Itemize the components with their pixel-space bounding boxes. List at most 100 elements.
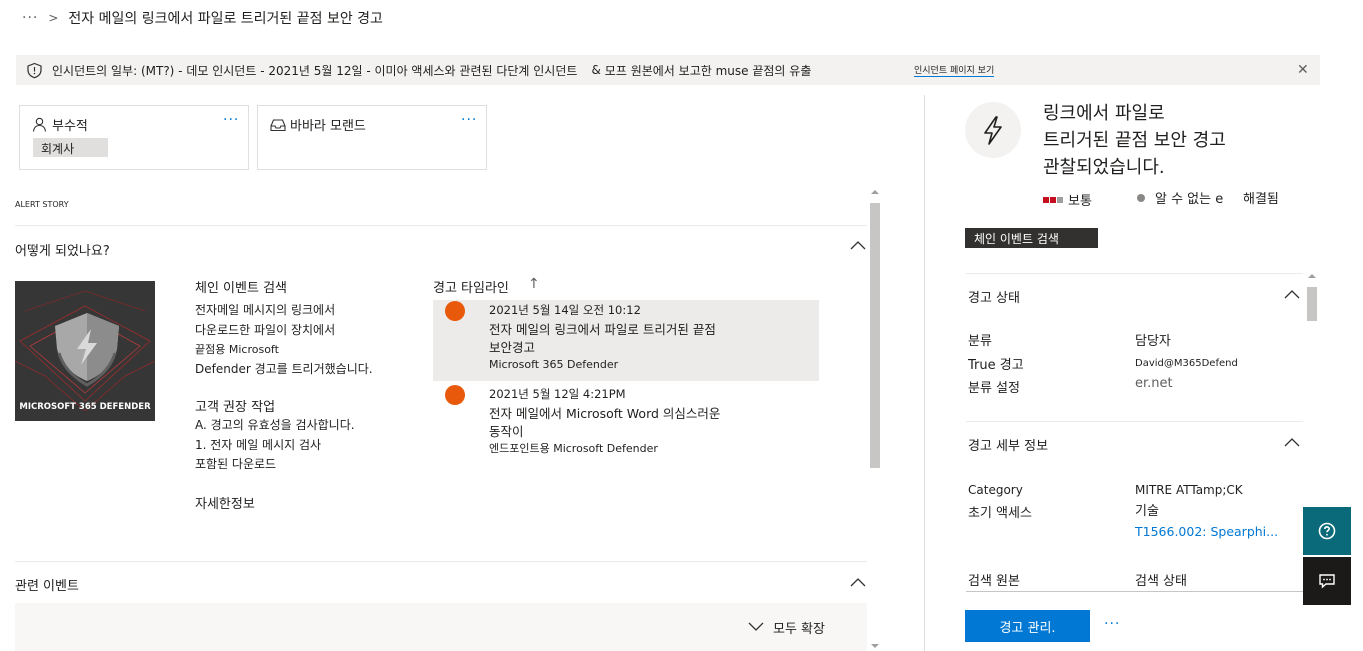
manage-alert-button[interactable]: 경고 관리. xyxy=(965,610,1090,642)
detection-source-label: 검색 원본 xyxy=(968,574,1020,589)
status-label: 알 수 없는 e xyxy=(1155,192,1224,207)
alert-title: 링크에서 파일로 트리거된 끝점 보안 경고 관찰되었습니다. xyxy=(1043,100,1226,181)
ampersand-icon: & xyxy=(591,63,601,77)
entity-card-user[interactable]: 부수적 ··· 회계사 xyxy=(19,105,249,170)
timeline-dot xyxy=(445,301,465,321)
recommended-actions-title: 고객 권장 작업 xyxy=(195,400,276,415)
page-title: 전자 메일의 링크에서 파일로 트리거된 끝점 보안 경고 xyxy=(68,11,383,27)
more-info-link[interactable]: 자세한정보 xyxy=(195,493,255,512)
timeline-date: 2021년 5월 12일 4:21PM xyxy=(489,387,626,401)
mitre-label: MITRE ATTamp;CK xyxy=(1135,483,1243,497)
detection-title: 체인 이벤트 검색 xyxy=(195,281,287,296)
category-value: 초기 액세스 xyxy=(968,506,1032,521)
assigned-to-value-cont: er.net xyxy=(1135,376,1173,391)
help-icon xyxy=(1318,522,1336,540)
alert-story-label: ALERT STORY xyxy=(15,200,69,209)
timeline-title-line: 보안경고 xyxy=(489,340,536,355)
detection-description: 전자메일 메시지의 링크에서 다운로드한 파일이 장치에서 끝점용 Micros… xyxy=(195,301,410,379)
timeline-item-selected[interactable]: 2021년 5월 14일 오전 10:12 전자 메일의 링크에서 파일로 트리… xyxy=(433,300,819,381)
breadcrumb-more-button[interactable]: ··· xyxy=(22,10,38,26)
alert-state-title: 경고 상태 xyxy=(968,291,1020,306)
timeline-dot xyxy=(445,385,465,405)
mailbox-icon xyxy=(270,118,286,132)
category-label: Category xyxy=(968,483,1023,497)
breadcrumb-separator-icon: > xyxy=(48,11,59,25)
divider xyxy=(966,421,1303,422)
view-incident-page-link[interactable]: 인시던트 페이지 보기 xyxy=(914,63,995,77)
resolved-label: 해결됨 xyxy=(1243,192,1279,207)
person-icon xyxy=(32,117,47,132)
detection-line: 끝점용 Microsoft xyxy=(195,343,279,356)
divider xyxy=(966,591,1303,592)
sort-arrow-icon[interactable]: ↑ xyxy=(528,276,540,292)
severity-label: 보통 xyxy=(1068,194,1092,209)
incident-link[interactable]: 인시던트의 일부: (MT?) - 데모 인시던트 - 2021년 5월 12일… xyxy=(52,62,577,79)
role-tag: 회계사 xyxy=(33,138,108,157)
chevron-down-icon[interactable] xyxy=(748,622,764,632)
chevron-up-icon[interactable] xyxy=(850,577,866,587)
entity-name: 부수적 xyxy=(52,119,88,134)
feedback-icon xyxy=(1319,574,1335,589)
timeline-date: 2021년 5월 14일 오전 10:12 xyxy=(489,303,641,317)
divider xyxy=(15,225,867,226)
timeline-source: Microsoft 365 Defender xyxy=(489,358,619,371)
entity-more-button[interactable]: ··· xyxy=(461,112,477,128)
entity-more-button[interactable]: ··· xyxy=(223,112,239,128)
scroll-up-arrow-icon[interactable] xyxy=(868,187,882,197)
mitre-sub-label: 기술 xyxy=(1135,504,1159,519)
assigned-to-label: 담당자 xyxy=(1135,334,1171,349)
related-events-toolbar xyxy=(15,603,867,651)
scrollbar-thumb[interactable] xyxy=(870,203,880,468)
scroll-up-arrow-icon[interactable] xyxy=(1305,271,1319,281)
pane-divider xyxy=(924,95,925,651)
alert-title-line: 관찰되었습니다. xyxy=(1043,157,1165,178)
shield-icon xyxy=(26,62,43,79)
timeline-title: 경고 타임라인 xyxy=(433,281,509,296)
entity-card-mailbox[interactable]: 바바라 모랜드 ··· xyxy=(257,105,487,170)
breadcrumb: ··· > 전자 메일의 링크에서 파일로 트리거된 끝점 보안 경고 xyxy=(22,8,383,28)
detection-line: Defender 경고를 트리거했습니다. xyxy=(195,361,373,376)
entity-text: 모프 원본에서 보고한 muse 끝점의 유출 xyxy=(604,63,812,78)
timeline-title-line: 전자 메일의 링크에서 파일로 트리거된 끝점 xyxy=(489,322,716,337)
timeline-item[interactable]: 2021년 5월 12일 4:21PM 전자 메일에서 Microsoft Wo… xyxy=(433,384,819,459)
severity-indicator: 보통 xyxy=(1043,190,1092,209)
chevron-up-icon[interactable] xyxy=(1284,437,1300,447)
more-actions-button[interactable]: ··· xyxy=(1104,616,1120,632)
timeline-source: 엔드포인트용 Microsoft Defender xyxy=(489,442,658,455)
divider xyxy=(15,561,867,562)
expand-all-button[interactable]: 모두 확장 xyxy=(773,618,825,637)
status-dot-icon xyxy=(1137,193,1145,202)
detection-tag: 체인 이벤트 검색 xyxy=(965,228,1098,248)
rec-line: 1. 전자 메일 메시지 검사 xyxy=(195,437,322,452)
recommended-actions: A. 경고의 유효성을 검사합니다. 1. 전자 메일 메시지 검사 포함된 다… xyxy=(195,416,410,475)
alert-title-line: 트리거된 끝점 보안 경고 xyxy=(1043,130,1226,151)
timeline-title-line: 동작이 xyxy=(489,424,524,439)
severity-bars-icon xyxy=(1043,196,1063,203)
rec-line: A. 경고의 유효성을 검사합니다. xyxy=(195,418,355,432)
image-caption: MICROSOFT 365 DEFENDER xyxy=(19,402,151,412)
incident-banner: 인시던트의 일부: (MT?) - 데모 인시던트 - 2021년 5월 12일… xyxy=(16,55,1320,85)
scroll-down-arrow-icon[interactable] xyxy=(868,641,882,651)
assigned-to-value: David@M365Defend xyxy=(1135,358,1238,369)
chevron-up-icon[interactable] xyxy=(850,240,866,250)
classification-label: 분류 xyxy=(968,334,992,349)
set-classification-link[interactable]: 분류 설정 xyxy=(968,377,1020,396)
divider xyxy=(966,273,1303,274)
classification-value: True 경고 xyxy=(968,358,1024,373)
status-unknown: 알 수 없는 e xyxy=(1137,188,1223,207)
help-button[interactable] xyxy=(1303,507,1351,555)
feedback-button[interactable] xyxy=(1303,557,1351,605)
alert-icon xyxy=(965,102,1021,158)
left-scrollbar[interactable] xyxy=(868,187,882,651)
scrollbar-thumb[interactable] xyxy=(1307,287,1317,321)
detection-line: 전자메일 메시지의 링크에서 xyxy=(195,303,336,317)
detection-line: 다운로드한 파일이 장치에서 xyxy=(195,322,336,337)
related-events-title: 관련 이벤트 xyxy=(15,579,79,594)
timeline-title-line: 전자 메일에서 Microsoft Word 의심스러운 xyxy=(489,406,721,421)
mitre-technique-link[interactable]: T1566.002: Spearphi... xyxy=(1135,524,1278,539)
close-icon[interactable]: ✕ xyxy=(1297,62,1309,78)
section-title-what-happened: 어떻게 되었나요? xyxy=(15,244,110,259)
rec-line: 포함된 다운로드 xyxy=(195,457,277,471)
chevron-up-icon[interactable] xyxy=(1284,289,1300,299)
detection-status-label: 검색 상태 xyxy=(1135,574,1187,589)
